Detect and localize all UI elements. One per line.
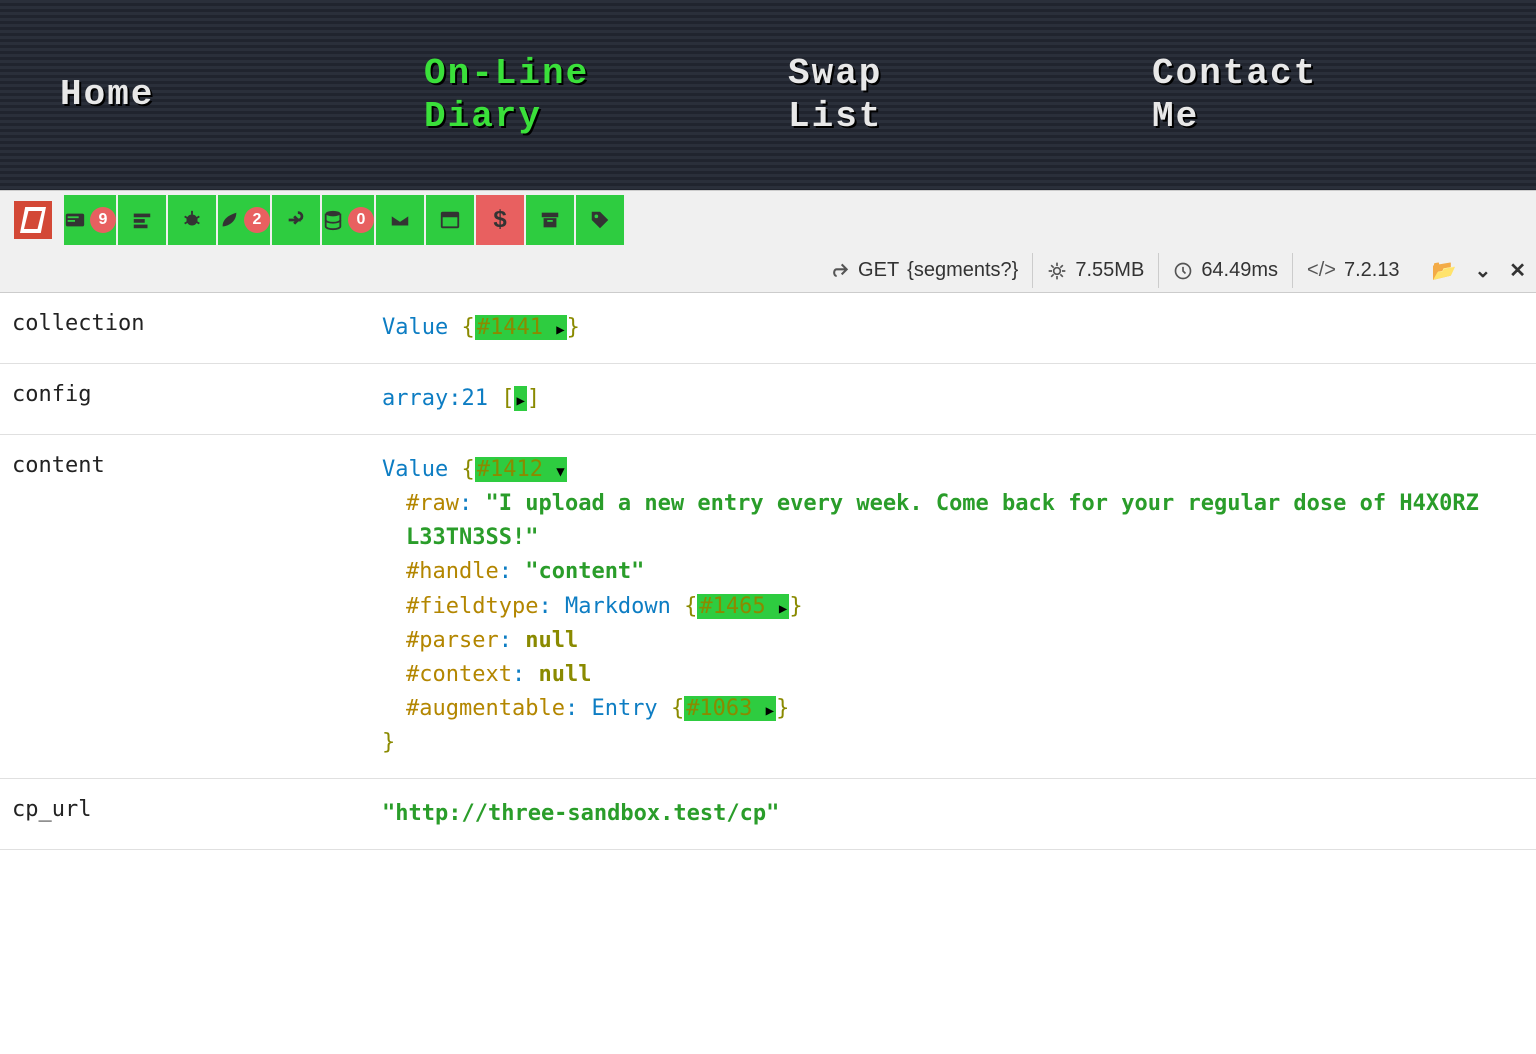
nav-swap[interactable]: Swap List xyxy=(768,52,1132,138)
debugbar-top: 9 2 0 xyxy=(0,191,1536,249)
field-raw: #raw xyxy=(406,491,459,516)
tab-route[interactable] xyxy=(272,195,320,245)
status-request-path: {segments?} xyxy=(907,259,1018,282)
val-config: array:21 [▶] xyxy=(382,382,1524,416)
main-nav: Home On-Line Diary Swap List Contact Me xyxy=(0,0,1536,190)
row-content: content Value {#1412 ▼ #raw: "I upload a… xyxy=(0,435,1536,779)
route-icon xyxy=(285,209,307,231)
val-collection: Value {#1441 ▶} xyxy=(382,311,1524,345)
timeline-icon xyxy=(131,209,153,231)
status-memory[interactable]: 7.55MB xyxy=(1032,253,1158,288)
close-icon[interactable]: ✕ xyxy=(1509,258,1526,283)
brace-open: { xyxy=(461,315,474,340)
code-icon: </> xyxy=(1307,259,1336,282)
tab-mail[interactable] xyxy=(376,195,424,245)
bracket-close: ] xyxy=(527,386,540,411)
status-memory-value: 7.55MB xyxy=(1075,259,1144,282)
row-collection: collection Value {#1441 ▶} xyxy=(0,293,1536,364)
tab-messages-badge: 9 xyxy=(90,207,116,233)
val-context: null xyxy=(538,662,591,687)
brace-close: } xyxy=(567,315,580,340)
nav-diary-line1: On-Line xyxy=(424,53,589,94)
nav-swap-line1: Swap xyxy=(788,53,882,94)
tab-cache[interactable] xyxy=(526,195,574,245)
window-icon xyxy=(439,209,461,231)
status-request-method: GET xyxy=(858,259,899,282)
key-cp-url: cp_url xyxy=(12,797,382,831)
val-handle: "content" xyxy=(525,559,644,584)
dollar-icon: $ xyxy=(493,206,506,234)
tab-messages[interactable]: 9 xyxy=(64,195,116,245)
val-content: Value {#1412 ▼ #raw: "I upload a new ent… xyxy=(382,453,1524,760)
clock-icon xyxy=(1173,261,1193,281)
val-cp-url-string: "http://three-sandbox.test/cp" xyxy=(382,801,779,826)
key-config: config xyxy=(12,382,382,416)
nav-diary-line2: Diary xyxy=(424,96,542,137)
status-php[interactable]: </> 7.2.13 xyxy=(1292,253,1414,288)
val-config-type: array:21 xyxy=(382,386,488,411)
row-cp-url: cp_url "http://three-sandbox.test/cp" xyxy=(0,779,1536,850)
ref-fieldtype[interactable]: #1465 ▶ xyxy=(697,594,789,619)
nav-contact-line2: Me xyxy=(1152,96,1199,137)
val-parser: null xyxy=(525,628,578,653)
field-fieldtype: #fieldtype xyxy=(406,594,538,619)
folder-open-icon[interactable]: 📂 xyxy=(1432,258,1457,283)
ref-content[interactable]: #1412 ▼ xyxy=(475,457,567,482)
tab-views[interactable]: 2 xyxy=(218,195,270,245)
tab-queries-badge: 0 xyxy=(348,207,374,233)
nav-swap-line2: List xyxy=(788,96,882,137)
val-fieldtype-type: Markdown xyxy=(565,594,671,619)
nav-diary[interactable]: On-Line Diary xyxy=(404,52,768,138)
debugbar-tabs: 9 2 0 xyxy=(64,195,624,245)
tab-views-badge: 2 xyxy=(244,207,270,233)
chevron-down-icon[interactable]: ⌄ xyxy=(1474,258,1491,283)
debugbar: 9 2 0 xyxy=(0,190,1536,293)
key-collection: collection xyxy=(12,311,382,345)
nav-contact[interactable]: Contact Me xyxy=(1132,52,1496,138)
row-config: config array:21 [▶] xyxy=(0,364,1536,435)
ref-augmentable[interactable]: #1063 ▶ xyxy=(684,696,776,721)
status-request[interactable]: GET {segments?} xyxy=(816,253,1032,288)
debugbar-status: GET {segments?} 7.55MB 64.49ms </> 7.2.1… xyxy=(0,249,1536,292)
bug-icon xyxy=(181,209,203,231)
val-raw: "I upload a new entry every week. Come b… xyxy=(406,491,1479,550)
val-cp-url: "http://three-sandbox.test/cp" xyxy=(382,797,1524,831)
leaf-icon xyxy=(218,209,240,231)
data-panel: collection Value {#1441 ▶} config array:… xyxy=(0,293,1536,850)
debugbar-logo[interactable] xyxy=(14,201,52,239)
tag-icon xyxy=(589,209,611,231)
tab-queries[interactable]: 0 xyxy=(322,195,374,245)
tab-session[interactable] xyxy=(426,195,474,245)
nav-home[interactable]: Home xyxy=(40,73,404,116)
field-handle: #handle xyxy=(406,559,499,584)
status-time[interactable]: 64.49ms xyxy=(1158,253,1292,288)
field-parser: #parser xyxy=(406,628,499,653)
field-context: #context xyxy=(406,662,512,687)
share-icon xyxy=(830,261,850,281)
tab-exceptions[interactable] xyxy=(168,195,216,245)
tab-models[interactable] xyxy=(576,195,624,245)
nav-contact-line1: Contact xyxy=(1152,53,1317,94)
inbox-icon xyxy=(389,209,411,231)
val-collection-type: Value xyxy=(382,315,448,340)
gear-icon xyxy=(1047,261,1067,281)
messages-icon xyxy=(64,209,86,231)
status-controls: 📂 ⌄ ✕ xyxy=(1414,258,1526,283)
status-time-value: 64.49ms xyxy=(1201,259,1278,282)
tab-request[interactable]: $ xyxy=(476,195,524,245)
val-augmentable-type: Entry xyxy=(591,696,657,721)
key-content: content xyxy=(12,453,382,760)
content-close-brace: } xyxy=(382,730,395,755)
archive-icon xyxy=(539,209,561,231)
tab-timeline[interactable] xyxy=(118,195,166,245)
bracket-open: [ xyxy=(501,386,514,411)
val-content-type: Value xyxy=(382,457,448,482)
database-icon xyxy=(322,209,344,231)
field-augmentable: #augmentable xyxy=(406,696,565,721)
expand-config[interactable]: ▶ xyxy=(514,386,526,411)
status-php-value: 7.2.13 xyxy=(1344,259,1400,282)
ref-collection[interactable]: #1441 ▶ xyxy=(475,315,567,340)
